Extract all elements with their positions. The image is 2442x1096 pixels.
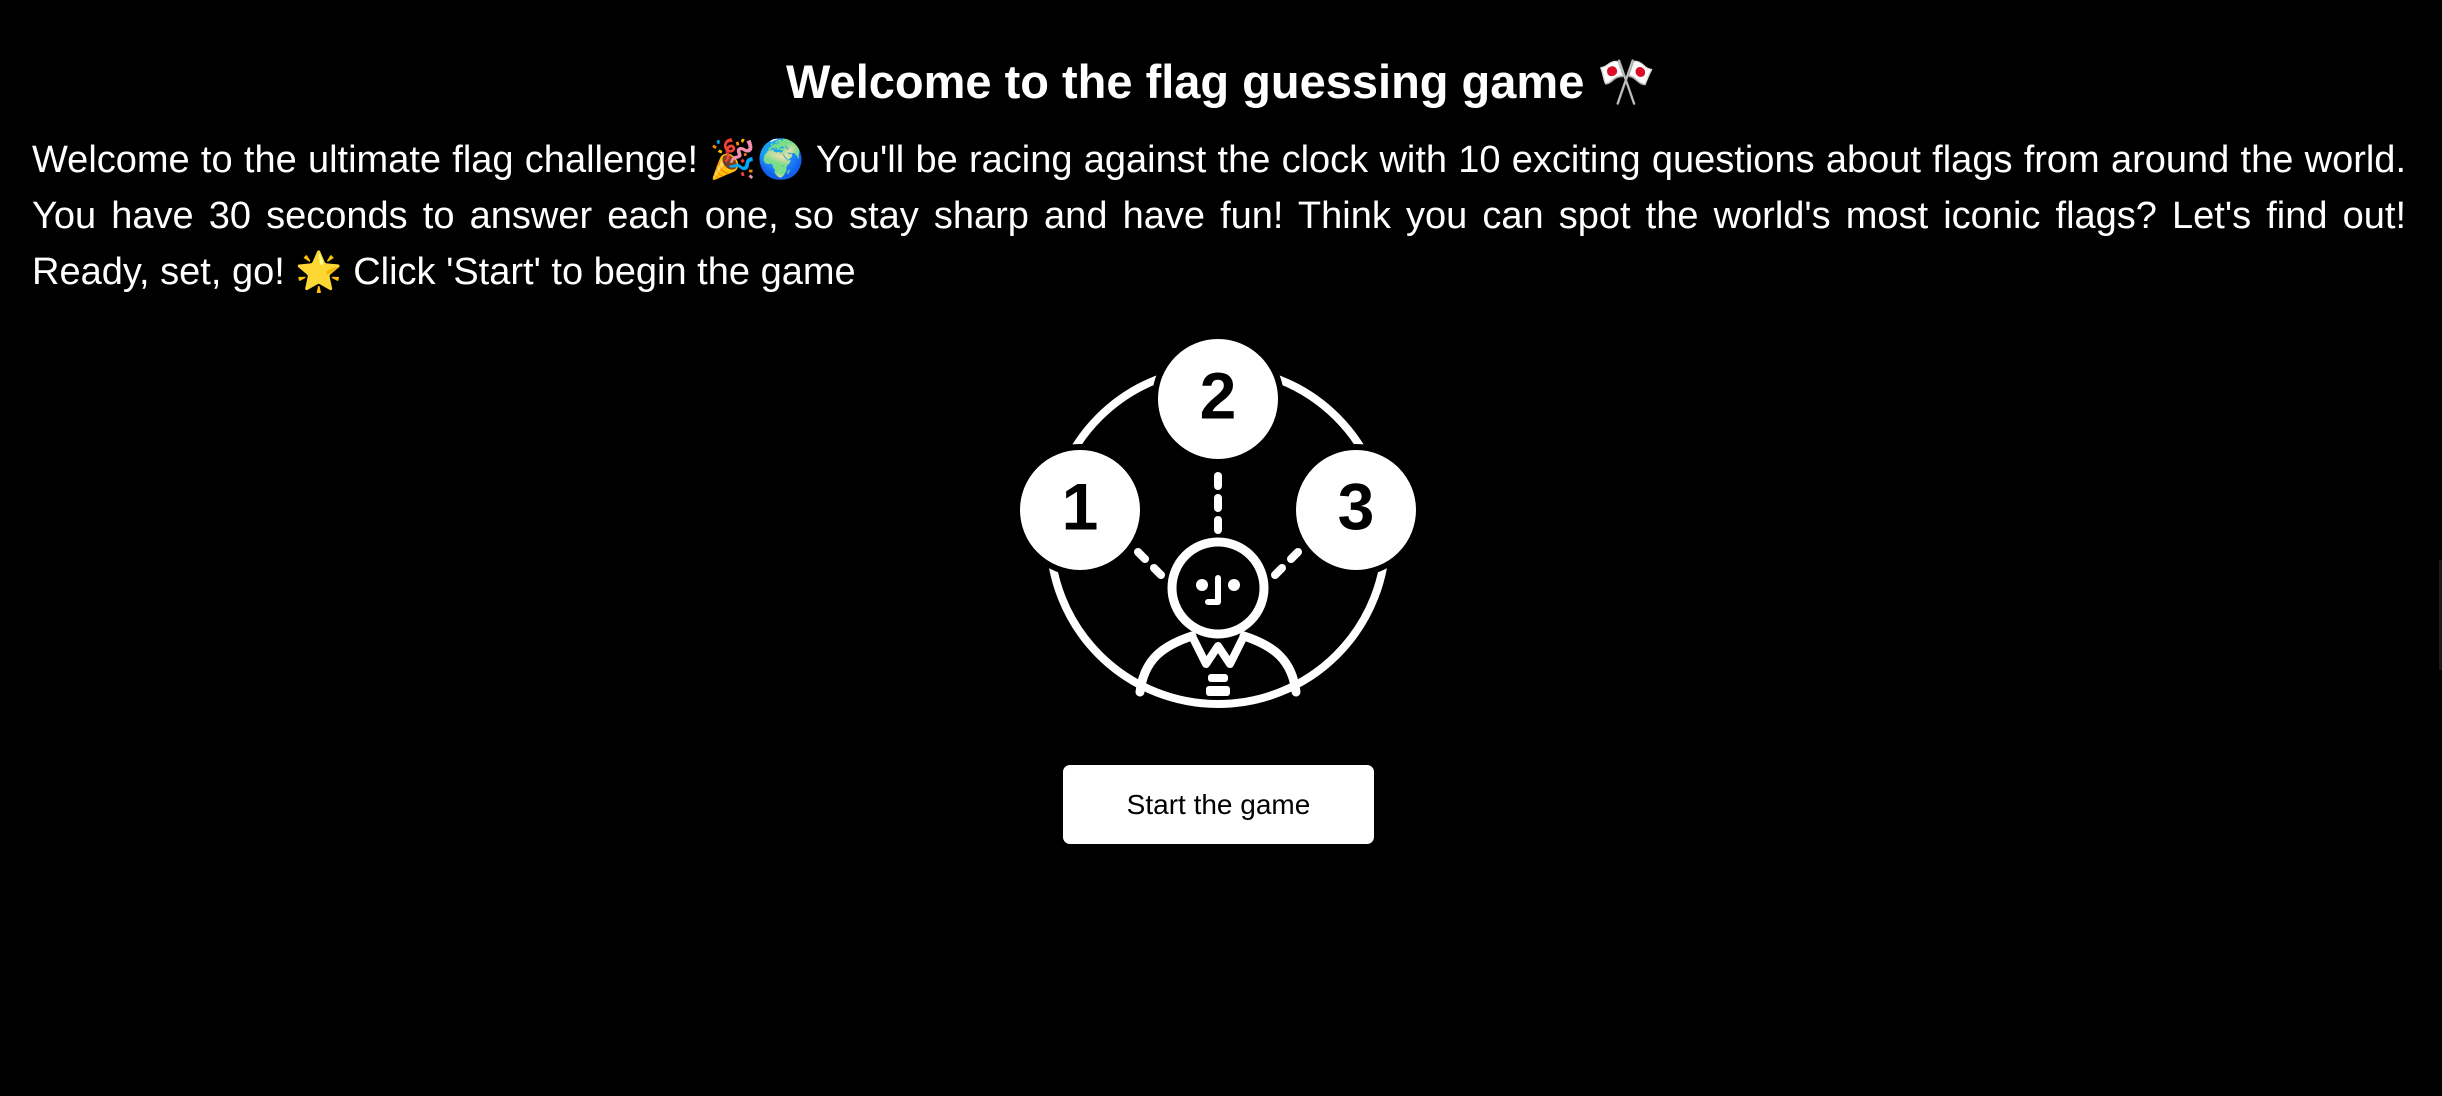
quiz-choice-icon: 1 2 3 [1016, 334, 1420, 708]
option-bubble-1: 1 [1016, 444, 1146, 576]
page-title-text: Welcome to the flag guessing game [786, 55, 1585, 108]
thinking-person-icon [1135, 537, 1301, 697]
start-game-button[interactable]: Start the game [1063, 765, 1374, 844]
option-label-3: 3 [1338, 469, 1375, 543]
page: Welcome to the flag guessing game 🎌 Welc… [0, 0, 2442, 1096]
option-bubble-2: 2 [1152, 334, 1284, 465]
thought-lines [1134, 472, 1302, 579]
option-label-1: 1 [1062, 469, 1099, 543]
intro-text: Welcome to the ultimate flag challenge! … [32, 139, 2406, 293]
crossed-flags-icon: 🎌 [1597, 55, 1656, 110]
page-title: Welcome to the flag guessing game 🎌 [0, 52, 2442, 113]
option-bubble-3: 3 [1290, 444, 1420, 576]
option-label-2: 2 [1200, 358, 1237, 432]
